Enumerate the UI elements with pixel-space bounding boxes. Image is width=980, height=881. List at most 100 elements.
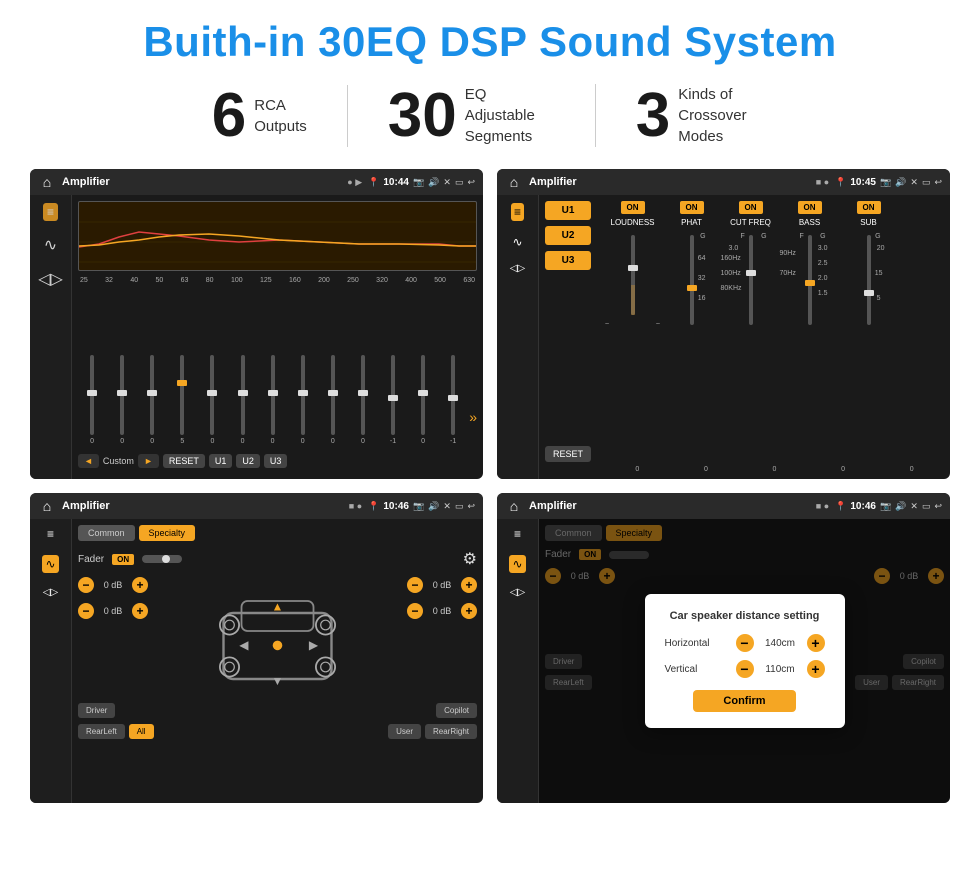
specialty-tab[interactable]: Specialty <box>139 525 196 541</box>
common-tab[interactable]: Common <box>78 525 135 541</box>
status-icons-1: 📍 10:44 📷 🔊 ✕ ▭ ↩ <box>368 177 475 188</box>
wave-icon-1[interactable]: ∿ <box>44 235 57 255</box>
db-minus-bottomleft[interactable]: − <box>78 603 94 619</box>
eq-slider-track[interactable] <box>90 355 94 435</box>
u3-cross-button[interactable]: U3 <box>545 251 591 270</box>
u1-cross-button[interactable]: U1 <box>545 201 591 220</box>
rearright-button[interactable]: RearRight <box>425 724 477 739</box>
eq-slider-track[interactable] <box>331 355 335 435</box>
fader-slider-horizontal[interactable] <box>142 555 182 563</box>
cross-channels: ON LOUDNESS ~~ <box>605 201 944 462</box>
eq-slider-thumb[interactable] <box>448 395 458 401</box>
eq-slider-track[interactable] <box>451 355 455 435</box>
eq-slider-track[interactable] <box>210 355 214 435</box>
play-forward-button[interactable]: ► <box>138 454 159 468</box>
db-plus-bottomright[interactable]: + <box>461 603 477 619</box>
eq-slider-thumb[interactable] <box>328 390 338 396</box>
db-minus-topright[interactable]: − <box>407 577 423 593</box>
vol-icon-2[interactable]: ◁▷ <box>510 263 525 274</box>
sub-thumb[interactable] <box>864 290 874 296</box>
vol-icon-3[interactable]: ◁▷ <box>43 587 58 598</box>
back-icon-3[interactable]: ↩ <box>467 501 475 512</box>
driver-button[interactable]: Driver <box>78 703 115 718</box>
u2-button[interactable]: U2 <box>236 454 260 468</box>
freq-label: 160 <box>289 277 301 284</box>
eq-slider-track[interactable] <box>301 355 305 435</box>
eq-slider-value: -1 <box>450 438 456 445</box>
eq-slider-thumb[interactable] <box>298 390 308 396</box>
dialog-box: Car speaker distance setting Horizontal … <box>645 594 845 728</box>
cutfreq-slider[interactable]: F G 3.0 160Hz 100Hz 80KHz <box>749 235 753 325</box>
loudness-thumb[interactable] <box>628 265 638 271</box>
wave-icon-3[interactable]: ∿ <box>42 555 58 573</box>
db-plus-bottomleft[interactable]: + <box>132 603 148 619</box>
eq-slider-thumb[interactable] <box>268 390 278 396</box>
eq-slider-track[interactable] <box>271 355 275 435</box>
vertical-minus-button[interactable]: − <box>736 660 754 678</box>
eq-slider-value: -1 <box>390 438 396 445</box>
u1-button[interactable]: U1 <box>209 454 233 468</box>
cutfreq-thumb[interactable] <box>746 270 756 276</box>
eq-slider-thumb[interactable] <box>418 390 428 396</box>
user-button[interactable]: User <box>388 724 421 739</box>
back-icon-4[interactable]: ↩ <box>934 501 942 512</box>
home-icon[interactable]: ⌂ <box>38 173 56 191</box>
battery-icon-2: ▭ <box>922 177 931 188</box>
eq-slider-track[interactable] <box>421 355 425 435</box>
bass-slider[interactable]: F G 3.0 2.5 2.0 1.5 90Hz 70Hz <box>808 235 812 325</box>
copilot-button[interactable]: Copilot <box>436 703 477 718</box>
vertical-plus-button[interactable]: + <box>807 660 825 678</box>
eq-slider-track[interactable] <box>361 355 365 435</box>
rearleft-button[interactable]: RearLeft <box>78 724 125 739</box>
u2-cross-button[interactable]: U2 <box>545 226 591 245</box>
back-icon-2[interactable]: ↩ <box>934 177 942 188</box>
eq-slider-thumb[interactable] <box>87 390 97 396</box>
db-plus-topleft[interactable]: + <box>132 577 148 593</box>
u3-button[interactable]: U3 <box>264 454 288 468</box>
eq-slider-thumb[interactable] <box>147 390 157 396</box>
horizontal-plus-button[interactable]: + <box>807 634 825 652</box>
sub-slider[interactable]: G 20 15 5 <box>867 235 871 325</box>
play-back-button[interactable]: ◄ <box>78 454 99 468</box>
all-button[interactable]: All <box>129 724 154 739</box>
eq-icon-2[interactable]: ≡ <box>511 203 524 221</box>
vol-icon-4[interactable]: ◁▷ <box>510 587 525 598</box>
home-icon-3[interactable]: ⌂ <box>38 497 56 515</box>
eq-slider-thumb[interactable] <box>117 390 127 396</box>
settings-icon[interactable]: ⚙ <box>463 549 477 569</box>
phat-thumb[interactable] <box>687 285 697 291</box>
expand-icon[interactable]: » <box>469 409 477 445</box>
eq-icon-1[interactable]: ≡ <box>43 203 58 221</box>
fader-thumb[interactable] <box>162 555 170 563</box>
eq-slider-track[interactable] <box>391 355 395 435</box>
fader-label: Fader <box>78 554 104 565</box>
horizontal-minus-button[interactable]: − <box>736 634 754 652</box>
eq-slider-track[interactable] <box>180 355 184 435</box>
eq-slider-thumb[interactable] <box>388 395 398 401</box>
eq-graph <box>78 201 477 271</box>
bass-thumb[interactable] <box>805 280 815 286</box>
eq-slider-track[interactable] <box>241 355 245 435</box>
eq-slider-thumb[interactable] <box>207 390 217 396</box>
eq-slider-thumb[interactable] <box>177 380 187 386</box>
wave-icon-2[interactable]: ∿ <box>512 235 522 249</box>
eq-slider-thumb[interactable] <box>358 390 368 396</box>
eq-slider-track[interactable] <box>120 355 124 435</box>
eq-icon-3[interactable]: ≡ <box>47 527 54 541</box>
db-minus-topleft[interactable]: − <box>78 577 94 593</box>
eq-slider-thumb[interactable] <box>238 390 248 396</box>
eq-slider-track[interactable] <box>150 355 154 435</box>
home-icon-4[interactable]: ⌂ <box>505 497 523 515</box>
back-icon[interactable]: ↩ <box>467 177 475 188</box>
db-minus-bottomright[interactable]: − <box>407 603 423 619</box>
reset-button-1[interactable]: RESET <box>163 454 205 468</box>
vol-icon-1[interactable]: ◁▷ <box>38 269 63 289</box>
home-icon-2[interactable]: ⌂ <box>505 173 523 191</box>
phat-slider[interactable]: G 64 32 16 <box>690 235 694 325</box>
loudness-slider[interactable] <box>631 235 635 315</box>
eq-icon-4[interactable]: ≡ <box>514 527 521 541</box>
db-plus-topright[interactable]: + <box>461 577 477 593</box>
wave-icon-4[interactable]: ∿ <box>509 555 525 573</box>
confirm-button[interactable]: Confirm <box>693 690 795 712</box>
cross-reset-button[interactable]: RESET <box>545 446 591 462</box>
